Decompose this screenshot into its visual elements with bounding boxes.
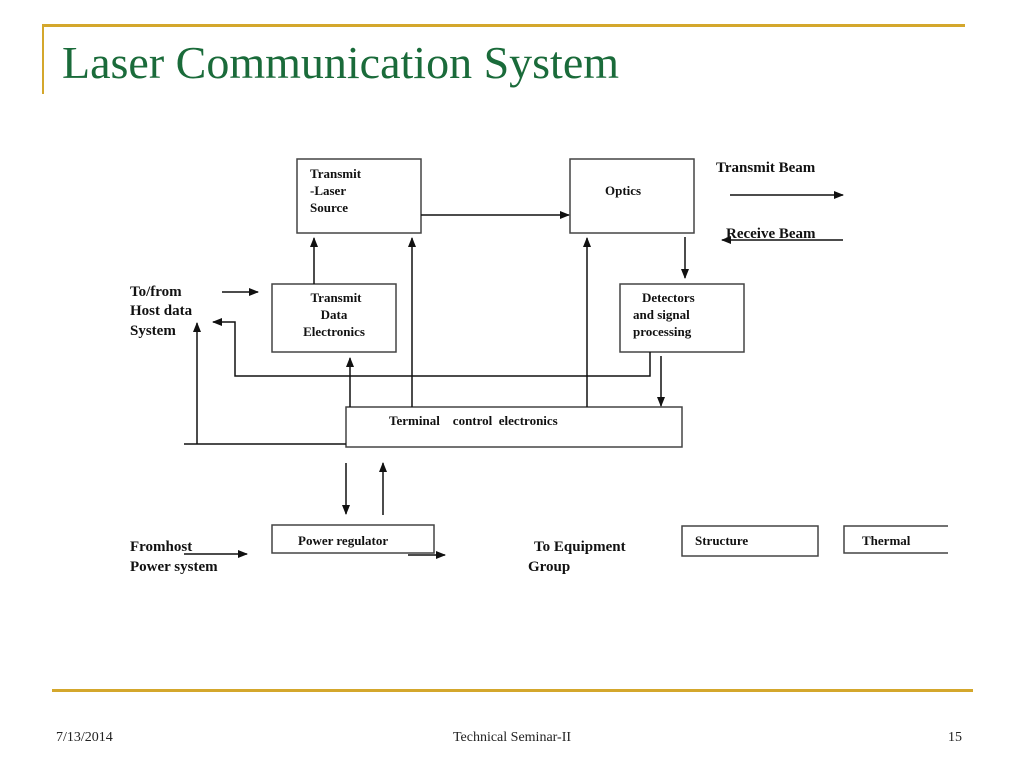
block-structure-label: Structure <box>695 533 748 548</box>
label-equipment-group-line1: To Equipment <box>534 539 626 555</box>
block-optics: Optics <box>569 158 695 234</box>
block-detectors-line3: processing <box>633 324 692 339</box>
label-host-data-line2: Host data <box>130 303 193 319</box>
label-host-power-line2: Power system <box>130 559 218 575</box>
label-transmit-beam: Transmit Beam <box>716 160 816 176</box>
block-transmit-data-electronics-line3: Electronics <box>303 324 365 339</box>
block-transmit-laser-source-line2: -Laser <box>310 183 346 198</box>
block-terminal-control-label: Terminal control electronics <box>389 413 558 428</box>
block-transmit-data-electronics-line1: Transmit <box>310 290 362 305</box>
block-terminal-control-electronics: Terminal control electronics <box>345 406 683 448</box>
footer-page-number: 15 <box>948 730 962 745</box>
block-detectors-signal-processing: Detectors and signal processing <box>619 283 745 353</box>
label-host-power-line1: Fromhost <box>130 539 192 555</box>
block-diagram: Transmit -Laser Source Optics Transmit D… <box>130 158 948 575</box>
block-power-regulator: Power regulator <box>271 524 435 554</box>
block-power-regulator-label: Power regulator <box>298 533 388 548</box>
block-structure: Structure <box>681 525 819 557</box>
block-thermal: Thermal <box>843 525 948 554</box>
label-host-data-line1: To/from <box>130 284 182 300</box>
block-detectors-line2: and signal <box>633 307 690 322</box>
block-transmit-laser-source-line1: Transmit <box>310 166 362 181</box>
label-equipment-group-line2: Group <box>528 559 570 575</box>
block-transmit-data-electronics-line2: Data <box>321 307 348 322</box>
block-transmit-laser-source-line3: Source <box>310 200 348 215</box>
footer-rule <box>52 689 973 692</box>
footer-title: Technical Seminar-II <box>452 730 572 745</box>
block-transmit-laser-source: Transmit -Laser Source <box>296 158 422 234</box>
block-transmit-data-electronics: Transmit Data Electronics <box>271 283 397 353</box>
block-thermal-label: Thermal <box>862 533 911 548</box>
block-optics-label: Optics <box>605 183 641 198</box>
block-detectors-line1: Detectors <box>642 290 695 305</box>
label-host-data-line3: System <box>130 323 176 339</box>
